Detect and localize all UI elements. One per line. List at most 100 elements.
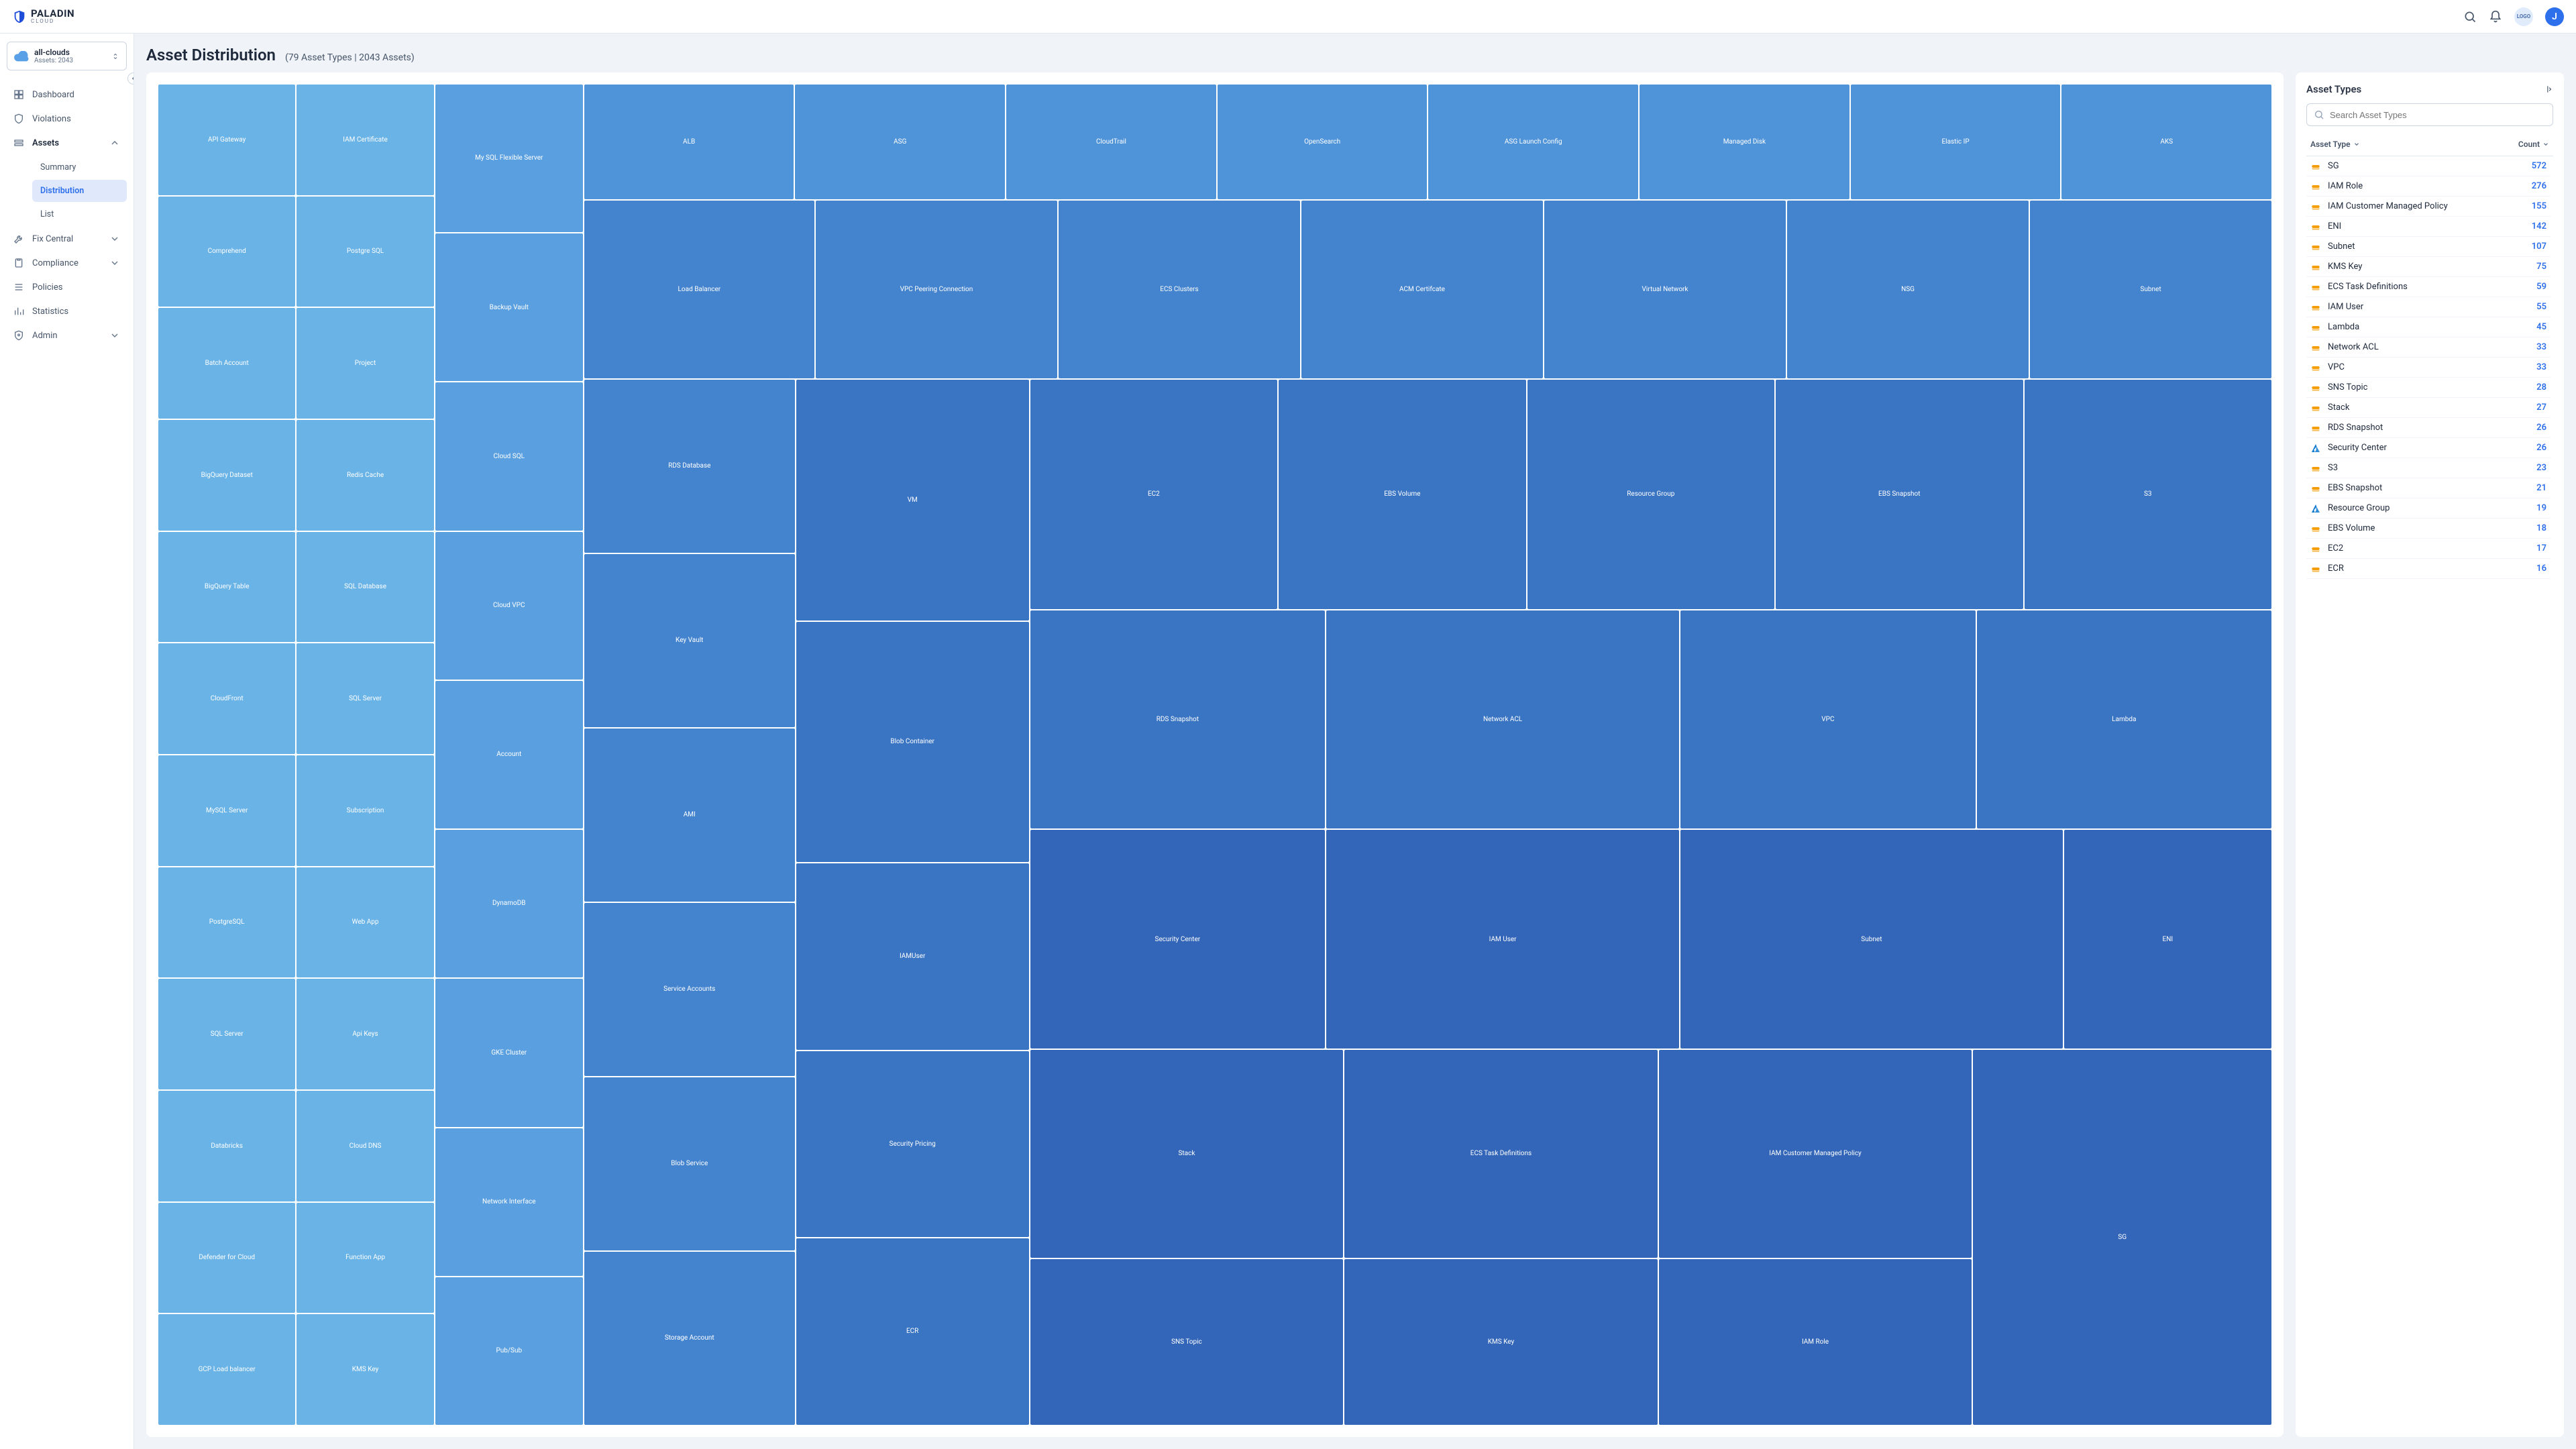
treemap-cell[interactable]: API Gateway [158, 85, 295, 195]
table-row[interactable]: Lambda45 [2306, 317, 2551, 337]
treemap-cell[interactable]: SQL Server [297, 643, 433, 754]
treemap-cell[interactable]: VPC [1680, 610, 1975, 829]
treemap-cell[interactable]: Subnet [1680, 830, 2062, 1049]
treemap-cell[interactable]: Databricks [158, 1091, 295, 1201]
table-row[interactable]: EC217 [2306, 539, 2551, 559]
treemap-cell[interactable]: SQL Database [297, 532, 433, 643]
treemap-cell[interactable]: S3 [2025, 380, 2271, 608]
cloud-selector[interactable]: all-clouds Assets: 2043 [7, 42, 127, 70]
table-row[interactable]: RDS Snapshot26 [2306, 418, 2551, 438]
table-row[interactable]: EBS Volume18 [2306, 519, 2551, 539]
treemap-cell[interactable]: Load Balancer [584, 201, 814, 378]
treemap-cell[interactable]: OpenSearch [1218, 85, 1428, 199]
treemap-cell[interactable]: AMI [584, 729, 795, 902]
sidebar-item-dashboard[interactable]: Dashboard [7, 83, 127, 107]
table-row[interactable]: IAM Role276 [2306, 176, 2551, 197]
treemap-cell[interactable]: Blob Container [796, 622, 1029, 863]
treemap-cell[interactable]: Elastic IP [1851, 85, 2061, 199]
search-icon[interactable] [2463, 10, 2477, 23]
treemap-cell[interactable]: Backup Vault [435, 233, 583, 381]
table-row[interactable]: KMS Key75 [2306, 257, 2551, 277]
treemap-cell[interactable]: MySQL Server [158, 755, 295, 866]
treemap-cell[interactable]: Lambda [1977, 610, 2271, 829]
treemap-cell[interactable]: Security Center [1030, 830, 1325, 1049]
sidebar-item-statistics[interactable]: Statistics [7, 299, 127, 323]
table-row[interactable]: Subnet107 [2306, 237, 2551, 257]
treemap-cell[interactable]: IAM Customer Managed Policy [1659, 1050, 1972, 1257]
sidebar-sub-distribution[interactable]: Distribution [32, 180, 127, 202]
treemap-cell[interactable]: ECS Clusters [1059, 201, 1300, 378]
treemap-cell[interactable]: EBS Snapshot [1776, 380, 2023, 608]
treemap-cell[interactable]: Stack [1030, 1050, 1344, 1257]
treemap-cell[interactable]: Service Accounts [584, 903, 795, 1076]
treemap-cell[interactable]: DynamoDB [435, 830, 583, 977]
treemap-cell[interactable]: Batch Account [158, 308, 295, 419]
treemap-cell[interactable]: Blob Service [584, 1077, 795, 1250]
treemap-cell[interactable]: Managed Disk [1640, 85, 1849, 199]
table-row[interactable]: IAM User55 [2306, 297, 2551, 317]
treemap-cell[interactable]: IAM Role [1659, 1259, 1972, 1425]
treemap-cell[interactable]: KMS Key [1344, 1259, 1658, 1425]
treemap-chart[interactable]: API GatewayComprehendBatch AccountBigQue… [158, 85, 2271, 1425]
treemap-cell[interactable]: GCP Load balancer [158, 1314, 295, 1425]
treemap-cell[interactable]: Web App [297, 867, 433, 978]
treemap-cell[interactable]: BigQuery Dataset [158, 420, 295, 531]
treemap-cell[interactable]: Subnet [2030, 201, 2271, 378]
treemap-cell[interactable]: CloudFront [158, 643, 295, 754]
th-count[interactable]: Count [2518, 140, 2549, 149]
treemap-cell[interactable]: Redis Cache [297, 420, 433, 531]
treemap-cell[interactable]: VPC Peering Connection [816, 201, 1057, 378]
treemap-cell[interactable]: EBS Volume [1279, 380, 1525, 608]
expand-panel-icon[interactable] [2544, 85, 2553, 94]
treemap-cell[interactable]: IAM Certificate [297, 85, 433, 195]
treemap-cell[interactable]: Comprehend [158, 197, 295, 307]
treemap-cell[interactable]: Pub/Sub [435, 1277, 583, 1425]
brand-logo[interactable]: PALADIN CLOUD [12, 9, 74, 24]
sidebar-sub-summary[interactable]: Summary [32, 156, 127, 178]
treemap-cell[interactable]: CloudTrail [1006, 85, 1216, 199]
sidebar-collapse-handle[interactable] [127, 72, 134, 85]
treemap-cell[interactable]: ACM Certifcate [1301, 201, 1543, 378]
treemap-cell[interactable]: Network Interface [435, 1128, 583, 1276]
treemap-cell[interactable]: PostgreSQL [158, 867, 295, 978]
treemap-cell[interactable]: ECR [796, 1238, 1029, 1425]
th-asset-type[interactable]: Asset Type [2310, 140, 2518, 149]
treemap-cell[interactable]: Virtual Network [1544, 201, 1786, 378]
treemap-cell[interactable]: Cloud DNS [297, 1091, 433, 1201]
treemap-cell[interactable]: GKE Cluster [435, 979, 583, 1126]
treemap-cell[interactable]: Storage Account [584, 1252, 795, 1425]
treemap-cell[interactable]: BigQuery Table [158, 532, 295, 643]
treemap-cell[interactable]: Resource Group [1527, 380, 1774, 608]
treemap-cell[interactable]: Defender for Cloud [158, 1203, 295, 1313]
treemap-cell[interactable]: IAM User [1326, 830, 1679, 1049]
sidebar-item-compliance[interactable]: Compliance [7, 251, 127, 275]
treemap-cell[interactable]: SNS Topic [1030, 1259, 1344, 1425]
treemap-cell[interactable]: Project [297, 308, 433, 419]
treemap-cell[interactable]: ALB [584, 85, 794, 199]
sidebar-item-assets[interactable]: Assets [7, 131, 127, 155]
table-row[interactable]: Resource Group19 [2306, 498, 2551, 519]
table-row[interactable]: ECR16 [2306, 559, 2551, 579]
table-row[interactable]: Network ACL33 [2306, 337, 2551, 358]
treemap-cell[interactable]: IAMUser [796, 863, 1029, 1050]
table-row[interactable]: Security Center26 [2306, 438, 2551, 458]
search-asset-types[interactable] [2306, 103, 2553, 126]
treemap-cell[interactable]: Security Pricing [796, 1051, 1029, 1238]
treemap-cell[interactable]: Function App [297, 1203, 433, 1313]
treemap-cell[interactable]: SQL Server [158, 979, 295, 1089]
treemap-cell[interactable]: AKS [2061, 85, 2271, 199]
treemap-cell[interactable]: Cloud VPC [435, 532, 583, 680]
treemap-cell[interactable]: Api Keys [297, 979, 433, 1089]
table-row[interactable]: IAM Customer Managed Policy155 [2306, 197, 2551, 217]
treemap-cell[interactable]: KMS Key [297, 1314, 433, 1425]
treemap-cell[interactable]: RDS Snapshot [1030, 610, 1325, 829]
treemap-cell[interactable]: VM [796, 380, 1029, 621]
treemap-cell[interactable]: Subscription [297, 755, 433, 866]
treemap-cell[interactable]: Network ACL [1326, 610, 1679, 829]
treemap-cell[interactable]: ENI [2064, 830, 2271, 1049]
treemap-cell[interactable]: ECS Task Definitions [1344, 1050, 1658, 1257]
table-row[interactable]: SG572 [2306, 156, 2551, 176]
treemap-cell[interactable]: My SQL Flexible Server [435, 85, 583, 232]
table-row[interactable]: SNS Topic28 [2306, 378, 2551, 398]
treemap-cell[interactable]: SG [1973, 1050, 2271, 1425]
